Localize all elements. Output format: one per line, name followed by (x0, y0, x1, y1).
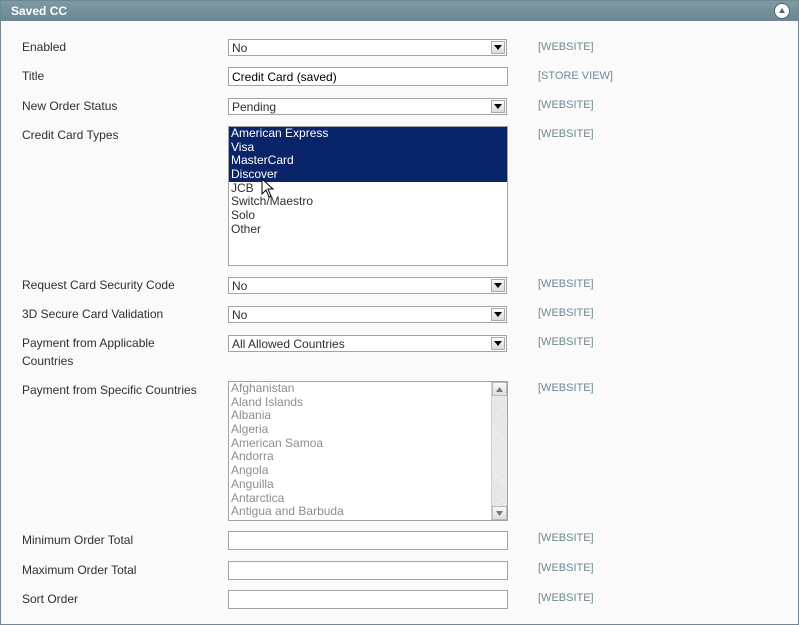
secure-3d-select[interactable]: No (228, 306, 507, 323)
mouse-pointer-icon (261, 178, 275, 198)
security-code-scope: [WEBSITE] (538, 278, 594, 290)
sort-order-scope: [WEBSITE] (538, 592, 594, 604)
specific-countries-multiselect[interactable]: Afghanistan Aland Islands Albania Algeria Am… (228, 381, 508, 521)
applicable-countries-label-line2: Countries (22, 354, 74, 368)
multiselect-option[interactable]: Anguilla (229, 477, 491, 492)
countries-scrollbar[interactable] (491, 382, 507, 520)
enabled-scope: [WEBSITE] (538, 41, 594, 53)
dropdown-arrow-icon[interactable] (491, 100, 505, 113)
multiselect-option[interactable]: Visa (229, 140, 507, 155)
specific-countries-scope: [WEBSITE] (538, 382, 594, 394)
max-total-label: Maximum Order Total (22, 563, 137, 577)
multiselect-option[interactable]: Antarctica (229, 491, 491, 506)
cc-types-scope: [WEBSITE] (538, 128, 594, 140)
applicable-countries-value: All Allowed Countries (232, 337, 345, 351)
security-code-select[interactable]: No (228, 277, 507, 294)
enabled-select[interactable]: No (228, 39, 507, 56)
multiselect-option[interactable]: American Samoa (229, 436, 491, 451)
scroll-up-icon[interactable] (492, 382, 507, 396)
multiselect-option[interactable]: Afghanistan (229, 382, 491, 396)
enabled-value: No (232, 41, 248, 55)
sort-order-label: Sort Order (22, 592, 79, 606)
min-total-label: Minimum Order Total (22, 533, 134, 547)
multiselect-option[interactable]: Albania (229, 409, 491, 423)
order-status-label: New Order Status (22, 99, 118, 113)
security-code-label: Request Card Security Code (22, 278, 175, 292)
applicable-countries-scope: [WEBSITE] (538, 336, 594, 348)
dropdown-arrow-icon[interactable] (491, 308, 505, 321)
enabled-label: Enabled (22, 40, 67, 54)
max-total-scope: [WEBSITE] (538, 562, 594, 574)
secure-3d-scope: [WEBSITE] (538, 307, 594, 319)
saved-cc-panel: Saved CC Enabled No [WEBSITE] Title [STO… (0, 0, 799, 625)
dropdown-arrow-icon[interactable] (491, 337, 505, 350)
panel-title: Saved CC (11, 4, 68, 18)
dropdown-arrow-icon[interactable] (491, 279, 505, 292)
multiselect-option[interactable]: Other (229, 222, 507, 237)
min-total-input[interactable] (228, 531, 508, 550)
order-status-scope: [WEBSITE] (538, 99, 594, 111)
multiselect-option[interactable]: Angola (229, 463, 491, 478)
sort-order-input[interactable] (228, 590, 508, 609)
multiselect-option[interactable]: Aland Islands (229, 395, 491, 410)
multiselect-option[interactable]: Antigua and Barbuda (229, 504, 491, 519)
title-scope: [STORE VIEW] (538, 70, 613, 82)
secure-3d-label: 3D Secure Card Validation (22, 307, 164, 321)
multiselect-option[interactable]: American Express (229, 127, 507, 141)
dropdown-arrow-icon[interactable] (491, 41, 505, 54)
multiselect-option[interactable]: Andorra (229, 450, 491, 464)
multiselect-option[interactable]: MasterCard (229, 154, 507, 169)
min-total-scope: [WEBSITE] (538, 532, 594, 544)
order-status-value: Pending (232, 100, 277, 114)
scroll-down-icon[interactable] (492, 506, 507, 520)
title-label: Title (22, 69, 45, 83)
title-input[interactable] (228, 67, 508, 86)
specific-countries-label: Payment from Specific Countries (22, 383, 197, 397)
max-total-input[interactable] (228, 561, 508, 580)
order-status-select[interactable]: Pending (228, 98, 507, 115)
multiselect-option[interactable]: Solo (229, 208, 507, 223)
applicable-countries-label-line1: Payment from Applicable (22, 336, 155, 350)
panel-header[interactable]: Saved CC (1, 1, 798, 21)
cc-types-label: Credit Card Types (22, 128, 119, 142)
applicable-countries-select[interactable]: All Allowed Countries (228, 335, 507, 352)
multiselect-option[interactable]: Algeria (229, 422, 491, 437)
secure-3d-value: No (232, 308, 248, 322)
collapse-up-icon[interactable] (774, 3, 790, 19)
security-code-value: No (232, 279, 248, 293)
